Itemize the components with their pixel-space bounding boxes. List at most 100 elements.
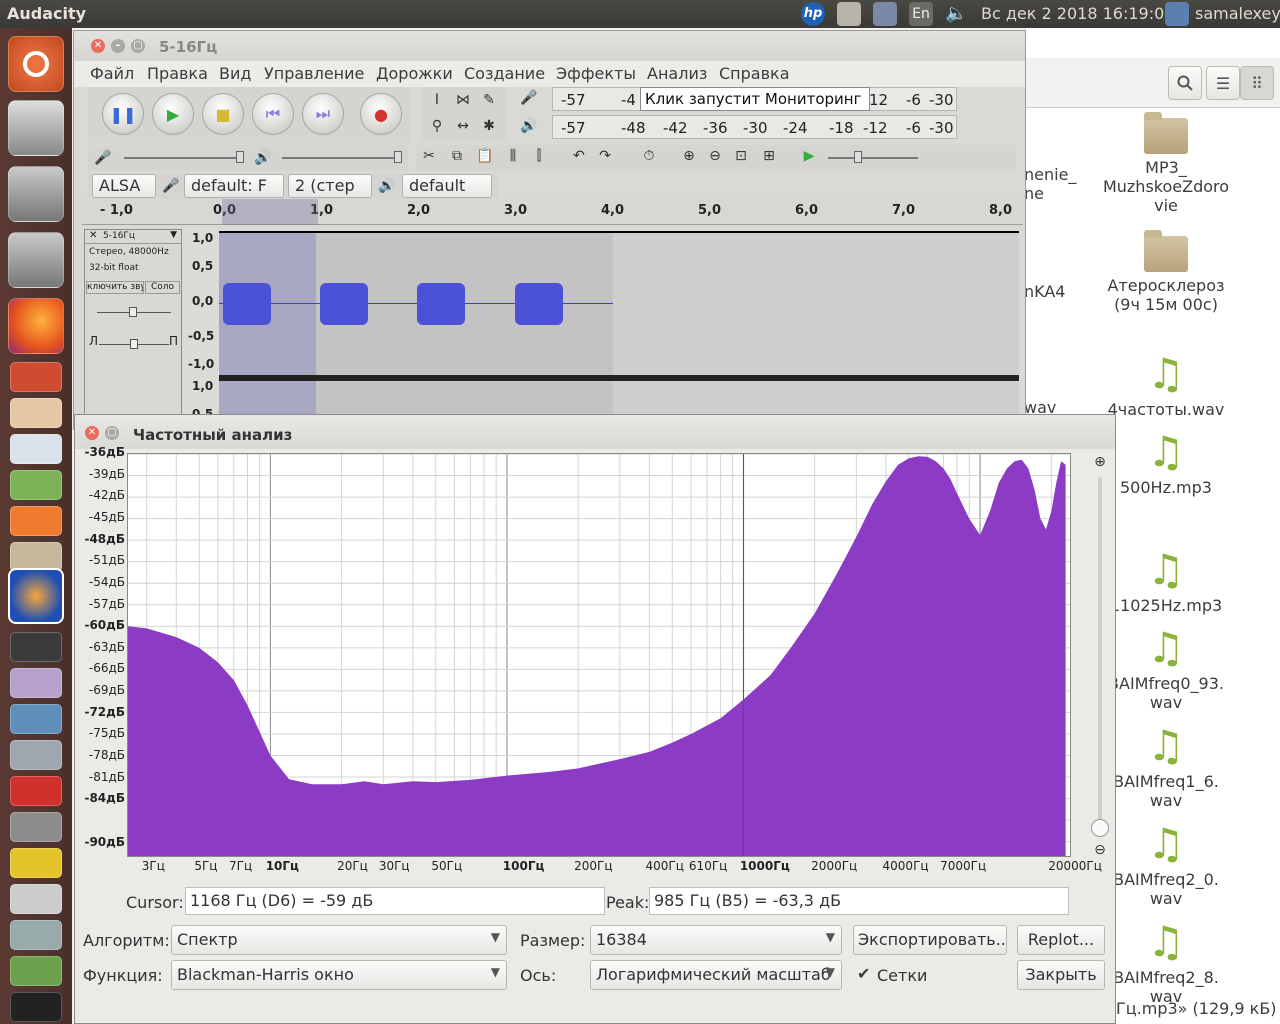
- menu-transport[interactable]: Управление: [264, 64, 364, 83]
- menu-tracks[interactable]: Дорожки: [376, 64, 453, 83]
- mute-button[interactable]: ключить зву: [86, 281, 144, 294]
- search-button[interactable]: [1168, 66, 1202, 100]
- network-icon[interactable]: [873, 2, 897, 26]
- silence-icon[interactable]: ⫿: [528, 145, 550, 167]
- undo-icon[interactable]: ↶: [568, 145, 590, 167]
- folder-item[interactable]: MP3_ MuzhskoeZdoro vie: [1096, 112, 1236, 215]
- sync-lock-icon[interactable]: ⏱: [638, 145, 660, 167]
- export-button[interactable]: Экспортировать...: [853, 925, 1007, 955]
- close-icon[interactable]: ✕: [85, 426, 99, 440]
- fit-selection-icon[interactable]: ⊡: [730, 145, 752, 167]
- folder-item[interactable]: Атеросклероз (9ч 15м 00с): [1096, 230, 1236, 314]
- axis-select[interactable]: Логарифмический масштаб ▼: [590, 960, 842, 990]
- list-view-button[interactable]: ☰: [1206, 66, 1240, 100]
- maximize-icon[interactable]: ▢: [105, 426, 119, 440]
- firefox-icon[interactable]: [8, 298, 64, 354]
- fit-project-icon[interactable]: ⊞: [758, 145, 780, 167]
- menu-analyze[interactable]: Анализ: [647, 64, 707, 83]
- audacity-titlebar[interactable]: ✕ – ▢ 5-16Гц: [74, 31, 1025, 61]
- volume-icon[interactable]: 🔈: [945, 2, 969, 26]
- zoom-out-icon[interactable]: ⊖: [1089, 839, 1111, 861]
- stop-button[interactable]: ■: [202, 93, 244, 135]
- app-icon[interactable]: [10, 956, 62, 986]
- speaker-icon[interactable]: 🔊: [518, 115, 540, 137]
- pause-button[interactable]: ❚❚: [102, 93, 144, 135]
- computer-icon[interactable]: [1165, 2, 1189, 26]
- input-volume-slider[interactable]: [124, 151, 244, 163]
- zoom-slider-handle[interactable]: [1091, 819, 1109, 837]
- output-device-select[interactable]: default: [402, 174, 492, 198]
- solo-button[interactable]: Соло: [145, 281, 180, 294]
- menu-edit[interactable]: Правка: [147, 64, 208, 83]
- app-icon[interactable]: [10, 812, 62, 842]
- close-icon[interactable]: ✕: [91, 39, 105, 53]
- app-icon[interactable]: [10, 920, 62, 950]
- size-select[interactable]: 16384 ▼: [590, 925, 842, 955]
- zoom-out-icon[interactable]: ⊖: [704, 145, 726, 167]
- trim-icon[interactable]: ⫼: [502, 145, 524, 167]
- zoom-tool-icon[interactable]: ⚲: [426, 115, 448, 137]
- zoom-slider[interactable]: [1091, 477, 1109, 837]
- audio-file-item[interactable]: ♫ 11025Hz.mp3: [1096, 548, 1236, 616]
- play-button[interactable]: ▶: [152, 93, 194, 135]
- menu-file[interactable]: Файл: [90, 64, 134, 83]
- replot-button[interactable]: Replot...: [1017, 925, 1105, 955]
- playback-meter[interactable]: -57 -48 -42 -36 -30 -24 -18 -12 -6 -30: [552, 115, 957, 139]
- audacity-icon[interactable]: [8, 568, 64, 624]
- gain-slider[interactable]: [97, 307, 171, 317]
- audio-file-item[interactable]: ♫ 4частоты.wav: [1096, 352, 1236, 420]
- drive-icon[interactable]: [8, 166, 64, 222]
- app-icon[interactable]: [10, 740, 62, 770]
- redo-icon[interactable]: ↷: [594, 145, 616, 167]
- function-select[interactable]: Blackman-Harris окно ▼: [171, 960, 507, 990]
- chevron-down-icon[interactable]: ▼: [170, 230, 177, 240]
- pan-slider[interactable]: [99, 339, 169, 349]
- menu-view[interactable]: Вид: [219, 64, 251, 83]
- cut-icon[interactable]: ✂: [418, 145, 440, 167]
- audio-file-item[interactable]: ♫ BAIMfreq1_6. wav: [1096, 724, 1236, 811]
- play-speed-slider[interactable]: [828, 151, 918, 163]
- grid-view-button[interactable]: ⠿: [1240, 66, 1274, 100]
- timeline-ruler[interactable]: - 1,0 0,0 1,0 2,0 3,0 4,0 5,0 6,0 7,0 8,…: [82, 199, 1023, 225]
- clock[interactable]: Вс дек 2 2018 16:19:09: [981, 4, 1174, 23]
- output-volume-slider[interactable]: [282, 151, 402, 163]
- drive-icon[interactable]: [8, 232, 64, 288]
- zoom-in-icon[interactable]: ⊕: [1089, 451, 1111, 473]
- menu-help[interactable]: Справка: [719, 64, 790, 83]
- app-icon[interactable]: [10, 668, 62, 698]
- app-icon[interactable]: [10, 884, 62, 914]
- skip-end-button[interactable]: ⏭: [302, 93, 344, 135]
- amplitude-scale[interactable]: 1,0 0,5 0,0 -0,5 -1,0 1,0 0,5: [184, 229, 218, 429]
- clipboard-icon[interactable]: [837, 2, 861, 26]
- envelope-tool-icon[interactable]: ⋈: [452, 89, 474, 111]
- grid-checkbox[interactable]: ✔: [857, 964, 870, 983]
- play-at-speed-icon[interactable]: ▶: [798, 145, 820, 167]
- scanner-icon[interactable]: [8, 100, 64, 156]
- audio-file-item[interactable]: ♫ BAIMfreq2_0. wav: [1096, 822, 1236, 909]
- menu-generate[interactable]: Создание: [464, 64, 545, 83]
- app-icon[interactable]: [10, 848, 62, 878]
- maximize-icon[interactable]: ▢: [131, 39, 145, 53]
- microphone-icon[interactable]: 🎤: [518, 87, 540, 109]
- user-menu[interactable]: samalexey: [1195, 4, 1280, 23]
- input-device-select[interactable]: default: F: [184, 174, 284, 198]
- app-icon[interactable]: [10, 362, 62, 392]
- app-icon[interactable]: [10, 992, 62, 1022]
- algorithm-select[interactable]: Спектр ▼: [171, 925, 507, 955]
- multi-tool-icon[interactable]: ✱: [478, 115, 500, 137]
- zoom-in-icon[interactable]: ⊕: [678, 145, 700, 167]
- app-icon[interactable]: [10, 506, 62, 536]
- hp-icon[interactable]: hp: [801, 2, 825, 26]
- dialog-titlebar[interactable]: ✕ ▢ Частотный анализ: [75, 415, 1115, 449]
- menu-effects[interactable]: Эффекты: [556, 64, 636, 83]
- input-channels-select[interactable]: 2 (стер: [288, 174, 372, 198]
- audio-file-item[interactable]: ♫ BAIMfreq2_8. wav: [1096, 920, 1236, 1007]
- app-icon[interactable]: [10, 776, 62, 806]
- spectrum-plot[interactable]: [127, 453, 1071, 857]
- minimize-icon[interactable]: –: [111, 39, 125, 53]
- record-button[interactable]: ●: [360, 93, 402, 135]
- app-icon[interactable]: [10, 470, 62, 500]
- waveform[interactable]: [219, 231, 1019, 375]
- audio-file-item[interactable]: ♫ 500Hz.mp3: [1096, 430, 1236, 498]
- app-icon[interactable]: [10, 398, 62, 428]
